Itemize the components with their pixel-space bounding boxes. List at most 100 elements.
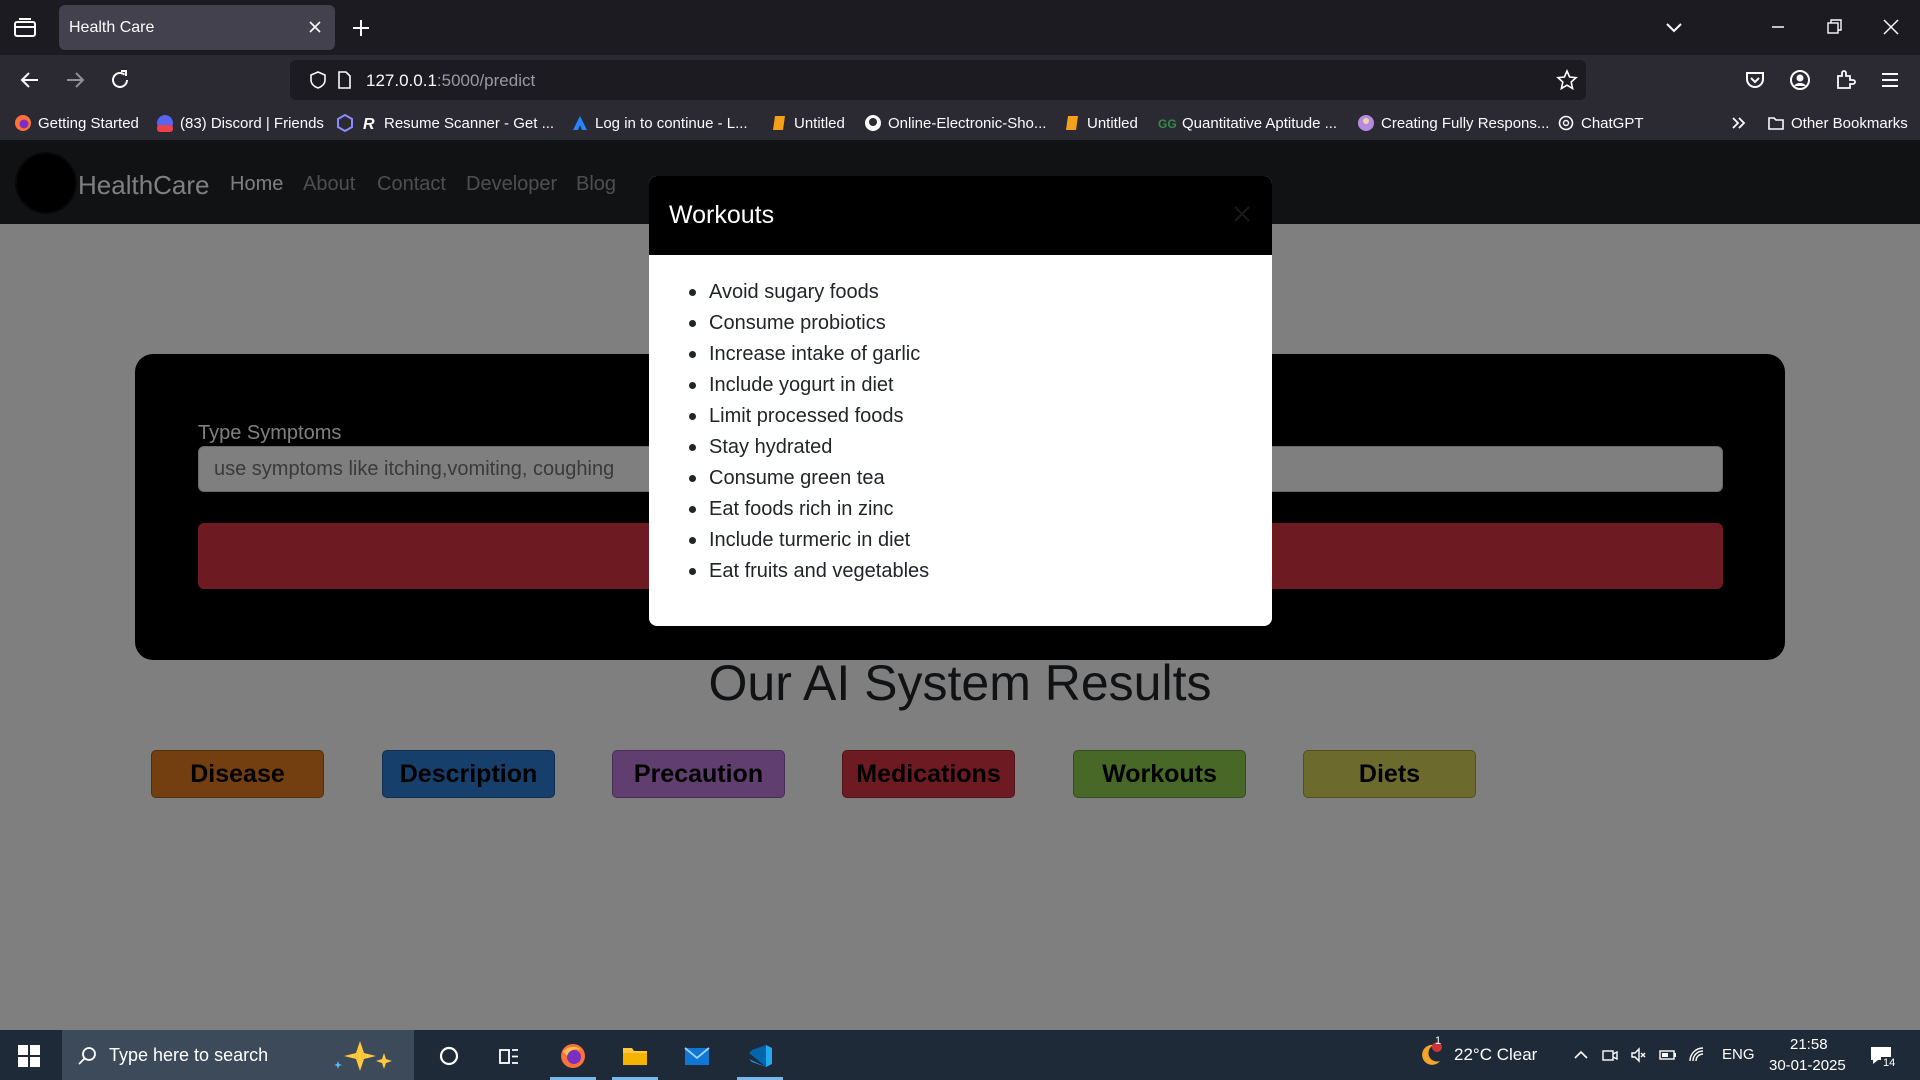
close-window-icon[interactable] [1877,13,1905,41]
weather-text[interactable]: 22°C Clear [1454,1045,1537,1065]
list-item: Include yogurt in diet [689,373,929,404]
bookmark-geeksforgeeks[interactable]: GG Quantitative Aptitude ... [1158,113,1337,133]
close-tab-icon[interactable] [307,19,323,35]
meet-now-icon[interactable] [1601,1046,1619,1064]
cortana-icon[interactable] [420,1030,478,1080]
speaker-muted-icon[interactable] [1630,1046,1648,1064]
github-icon [865,115,881,131]
browser-tabbar: Health Care [0,0,1920,55]
bookmark-chatgpt[interactable]: ChatGPT [1557,113,1644,133]
list-item: Consume green tea [689,466,929,497]
bookmark-label: Creating Fully Respons... [1381,114,1550,132]
minimize-icon[interactable] [1764,13,1792,41]
pocket-icon[interactable] [1742,67,1768,93]
bookmark-getting-started[interactable]: Getting Started [14,113,139,133]
url-text[interactable]: 127.0.0.1:5000/predict [366,71,535,91]
search-icon [76,1045,98,1067]
book-icon [773,116,785,130]
atlassian-icon [573,116,587,130]
hexagon-icon [337,114,353,132]
extensions-icon[interactable] [1832,67,1858,93]
address-bar[interactable]: 127.0.0.1:5000/predict [290,60,1586,100]
new-tab-icon[interactable] [350,17,372,39]
windows-start-icon[interactable] [18,1045,40,1067]
shield-icon[interactable] [308,70,328,90]
reload-icon[interactable] [107,67,133,93]
chevron-up-icon[interactable] [1572,1046,1590,1064]
geeksforgeeks-icon: GG [1158,117,1176,131]
list-item: Increase intake of garlic [689,342,929,373]
forward-arrow-icon[interactable] [62,67,88,93]
bookmark-atlassian[interactable]: Log in to continue - L... [571,113,748,133]
bookmark-label: Untitled [1087,114,1138,132]
bookmark-label: ChatGPT [1581,114,1644,132]
bookmark-github[interactable]: Online-Electronic-Sho... [864,113,1046,133]
url-host: 127.0.0.1 [366,71,437,90]
tab-title: Health Care [69,19,155,36]
list-item: Include turmeric in diet [689,528,929,559]
bookmarks-toolbar: Getting Started (83) Discord | Friends R… [0,105,1920,140]
list-all-tabs-icon[interactable] [12,17,38,39]
page-info-icon[interactable] [334,70,354,90]
modal-header: Workouts [649,176,1272,255]
book-icon [1066,116,1078,130]
page-viewport: HealthCare Home About Contact Developer … [0,140,1920,1030]
bookmark-label: (83) Discord | Friends [180,114,324,132]
list-item: Eat foods rich in zinc [689,497,929,528]
browser-tab-active[interactable]: Health Care [59,5,335,50]
weather-badge: 1 [1435,1035,1442,1047]
avatar-icon [1358,115,1374,131]
bookmark-star-icon[interactable] [1556,69,1578,91]
bookmark-discord[interactable]: (83) Discord | Friends [156,113,324,133]
clock-time[interactable]: 21:58 [1790,1036,1828,1053]
workouts-modal: Workouts Avoid sugary foods Consume prob… [649,176,1272,626]
workouts-list: Avoid sugary foods Consume probiotics In… [689,280,929,590]
file-explorer-icon[interactable] [606,1030,664,1080]
language-indicator[interactable]: ENG [1722,1046,1755,1063]
restore-icon[interactable] [1820,13,1848,41]
discord-icon [157,115,173,132]
taskbar-search[interactable]: Type here to search [62,1030,414,1080]
task-view-icon[interactable] [480,1030,538,1080]
windows-taskbar: Type here to search 1 22°C Clear ENG 21:… [0,1030,1920,1080]
list-item: Stay hydrated [689,435,929,466]
firefox-taskbar-icon[interactable] [544,1030,602,1080]
menu-icon[interactable] [1877,67,1903,93]
clock-date[interactable]: 30-01-2025 [1769,1057,1846,1074]
more-bookmarks-icon[interactable] [1730,113,1754,133]
notifications-count: 14 [1881,1057,1898,1069]
copilot-sparkle-icon[interactable] [330,1039,400,1073]
url-path: :5000/predict [436,71,536,90]
search-placeholder: Type here to search [109,1045,269,1065]
modal-title: Workouts [669,201,775,229]
bookmark-label: Online-Electronic-Sho... [888,114,1047,132]
bookmark-label: Log in to continue - L... [595,114,748,132]
svg-text:R: R [363,116,375,132]
bookmark-untitled-1[interactable]: Untitled [770,113,845,133]
mail-icon[interactable] [668,1030,726,1080]
bookmark-label: Quantitative Aptitude ... [1182,114,1338,132]
firefox-icon [15,115,31,131]
browser-navbar: 127.0.0.1:5000/predict [0,55,1920,105]
bookmark-resume-scanner[interactable]: R Resume Scanner - Get ... [336,113,554,133]
bookmark-label: Getting Started [38,114,139,132]
other-bookmarks-label: Other Bookmarks [1791,114,1908,132]
modal-close-icon[interactable] [1230,202,1254,226]
list-item: Consume probiotics [689,311,929,342]
list-item: Avoid sugary foods [689,280,929,311]
resume-scanner-icon: R [363,116,375,132]
wifi-icon[interactable] [1688,1046,1706,1064]
svg-text:GG: GG [1158,117,1176,131]
chevron-down-icon[interactable] [1662,17,1686,39]
back-arrow-icon[interactable] [17,67,43,93]
bookmark-untitled-2[interactable]: Untitled [1063,113,1138,133]
vscode-icon[interactable] [731,1030,789,1080]
bookmark-creating-responsive[interactable]: Creating Fully Respons... [1357,113,1549,133]
list-item: Eat fruits and vegetables [689,559,929,590]
account-icon[interactable] [1787,67,1813,93]
bookmark-label: Untitled [794,114,845,132]
battery-icon[interactable] [1659,1046,1677,1064]
folder-icon [1768,117,1784,130]
list-item: Limit processed foods [689,404,929,435]
other-bookmarks-folder[interactable]: Other Bookmarks [1767,113,1908,133]
